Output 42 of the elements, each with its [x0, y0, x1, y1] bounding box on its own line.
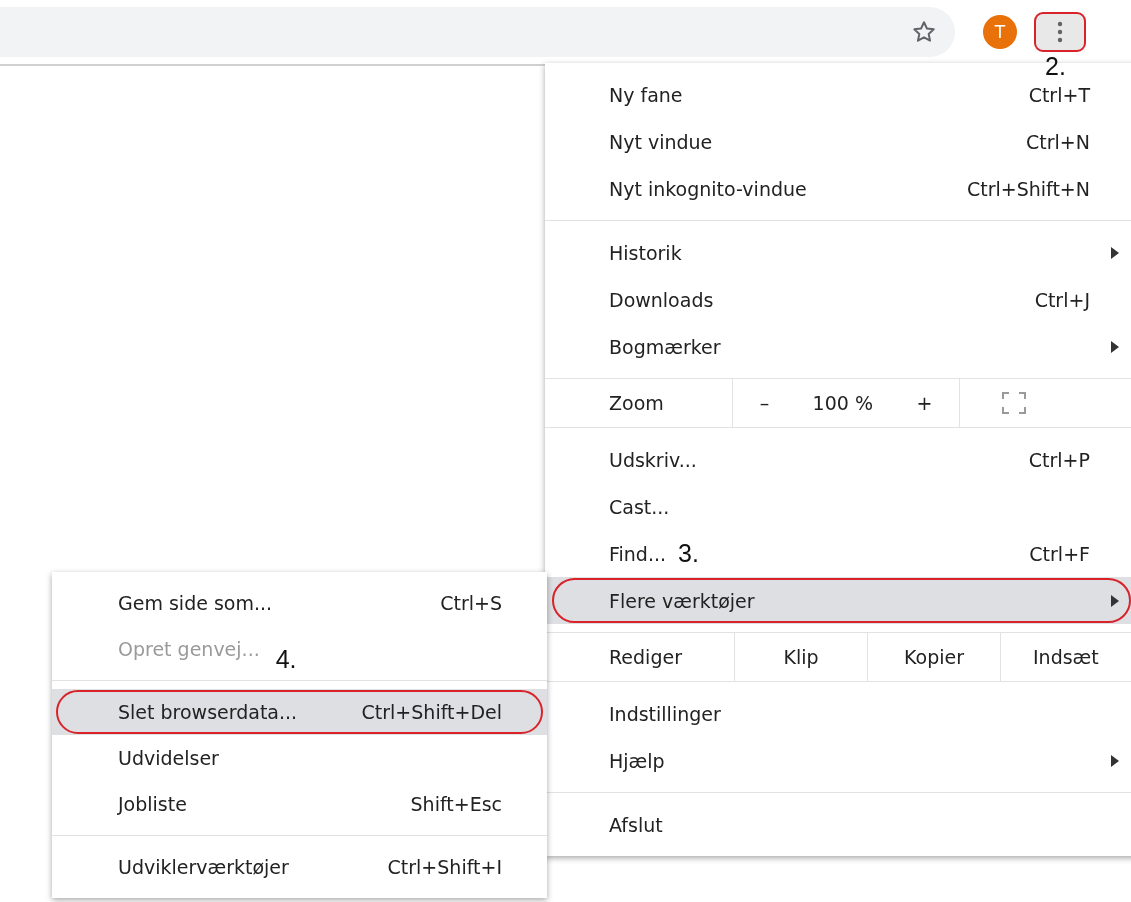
- menu-item[interactable]: Cast...: [545, 483, 1131, 530]
- menu-item[interactable]: Gem side som... Ctrl+S: [52, 580, 547, 626]
- menu-button[interactable]: [1034, 12, 1086, 52]
- menu-icon: [1057, 21, 1063, 43]
- menu-item[interactable]: Udvidelser: [52, 735, 547, 781]
- submenu-arrow-icon: [1111, 340, 1119, 353]
- shortcut-text: Ctrl+Shift+Del: [361, 701, 502, 723]
- menu-item[interactable]: Flere værktøjer: [545, 577, 1131, 624]
- shortcut-text: Ctrl+T: [1028, 83, 1090, 106]
- shortcut-text: Ctrl+P: [1028, 448, 1090, 471]
- menu-item[interactable]: Downloads Ctrl+J: [545, 276, 1131, 323]
- submenu-arrow-icon: [1111, 754, 1119, 767]
- shortcut-text: Ctrl+N: [1026, 130, 1090, 153]
- menu-item[interactable]: Slet browserdata... Ctrl+Shift+Del: [52, 689, 547, 735]
- shortcut-text: Ctrl+S: [440, 592, 502, 614]
- menu-item[interactable]: Nyt vindue Ctrl+N: [545, 118, 1131, 165]
- step-label: 4.: [275, 644, 297, 674]
- menu-item[interactable]: Nyt inkognito-vindue Ctrl+Shift+N: [545, 165, 1131, 212]
- star-icon[interactable]: [911, 19, 937, 45]
- shortcut-text: Ctrl+F: [1029, 542, 1090, 565]
- fullscreen-icon: [1001, 392, 1026, 414]
- submenu-arrow-icon: [1111, 246, 1119, 259]
- shortcut-text: Ctrl+Shift+I: [387, 856, 502, 878]
- zoom-out-button[interactable]: –: [749, 388, 780, 418]
- zoom-in-button[interactable]: +: [906, 388, 943, 418]
- menu-item[interactable]: Afslut: [545, 801, 1131, 848]
- shortcut-text: Ctrl+Shift+N: [966, 177, 1090, 200]
- submenu-arrow-icon: [1111, 594, 1119, 607]
- menu-item[interactable]: Indstillinger: [545, 690, 1131, 737]
- menu-item[interactable]: Hjælp: [545, 737, 1131, 784]
- menu-item[interactable]: Udskriv... Ctrl+P: [545, 436, 1131, 483]
- shortcut-text: Shift+Esc: [410, 793, 502, 815]
- menu-item[interactable]: Bogmærker: [545, 323, 1131, 370]
- menu-item[interactable]: Historik: [545, 229, 1131, 276]
- edit-button[interactable]: Indsæt: [1001, 633, 1131, 681]
- shortcut-text: Ctrl+J: [1034, 288, 1090, 311]
- menu-item[interactable]: Jobliste Shift+Esc: [52, 781, 547, 827]
- menu-item[interactable]: Udviklerværktøjer Ctrl+Shift+I: [52, 844, 547, 890]
- step-label: 3.: [678, 539, 699, 568]
- step-label: 2.: [1045, 54, 1066, 79]
- menu-item[interactable]: Find... 3. Ctrl+F: [545, 530, 1131, 577]
- zoom-value: 100 %: [812, 392, 873, 414]
